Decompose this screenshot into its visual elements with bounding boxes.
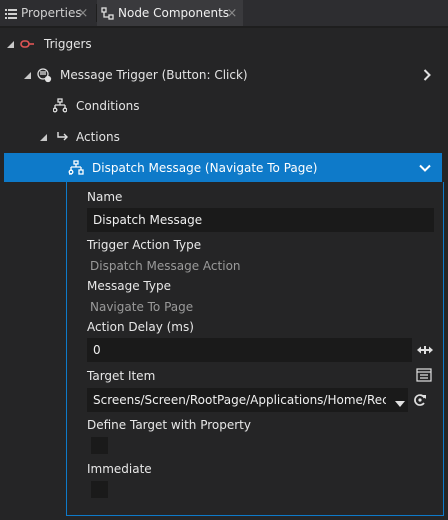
immediate-checkbox[interactable]: [91, 481, 108, 498]
define-target-label: Define Target with Property: [87, 418, 251, 432]
name-label: Name: [87, 190, 123, 204]
tree-item-conditions[interactable]: Conditions: [0, 91, 448, 121]
name-value: Dispatch Message: [93, 213, 203, 227]
tab-properties-label: Properties: [21, 6, 82, 20]
dispatch-message-icon: [68, 159, 84, 176]
action-delay-label: Action Delay (ms): [87, 320, 194, 334]
reset-icon[interactable]: [412, 392, 428, 408]
list-icon: [4, 6, 18, 20]
expanded-arrow-icon[interactable]: [5, 39, 15, 49]
conditions-icon: [52, 98, 68, 114]
tree-item-label: Dispatch Message (Navigate To Page): [92, 160, 318, 175]
trigger-action-type-label: Trigger Action Type: [87, 238, 202, 252]
tab-node-components[interactable]: Node Components ×: [97, 0, 243, 26]
define-target-checkbox[interactable]: [91, 437, 108, 454]
message-trigger-icon: [36, 67, 52, 83]
message-type-label: Message Type: [87, 279, 171, 293]
tree-item-label: Triggers: [44, 37, 92, 51]
dispatch-message-properties-panel: Name Dispatch Message Trigger Action Typ…: [66, 182, 444, 516]
action-delay-value: 0: [93, 343, 101, 357]
actions-icon: [55, 129, 71, 145]
trigger-icon: [20, 36, 36, 52]
tree-item-message-trigger[interactable]: Message Trigger (Button: Click): [0, 60, 448, 90]
tab-node-components-label: Node Components: [118, 6, 230, 20]
expanded-arrow-icon[interactable]: [38, 132, 48, 142]
panel-tab-bar: Properties × Node Components ×: [0, 0, 448, 26]
trigger-action-type-value: Dispatch Message Action: [90, 259, 241, 273]
tab-bar-underline: [0, 26, 448, 28]
immediate-label: Immediate: [87, 462, 152, 476]
tree-item-label: Conditions: [76, 99, 140, 113]
message-type-value: Navigate To Page: [90, 300, 194, 314]
target-item-value: Screens/Screen/RootPage/Applications/Hom…: [93, 393, 386, 407]
drag-resize-icon[interactable]: [417, 342, 433, 358]
tree-item-label: Message Trigger (Button: Click): [60, 68, 248, 82]
name-field[interactable]: Dispatch Message: [87, 208, 434, 232]
close-icon[interactable]: ×: [76, 6, 90, 21]
tree-item-actions[interactable]: Actions: [0, 122, 448, 152]
tree-item-label: Actions: [76, 130, 120, 144]
target-item-label: Target Item: [87, 369, 156, 383]
action-delay-field[interactable]: 0: [87, 338, 412, 362]
chevron-down-icon[interactable]: [417, 160, 433, 176]
tree-item-dispatch-message[interactable]: Dispatch Message (Navigate To Page): [0, 153, 448, 182]
tree-item-triggers[interactable]: Triggers: [0, 29, 448, 59]
close-icon[interactable]: ×: [225, 6, 239, 21]
target-item-select[interactable]: Screens/Screen/RootPage/Applications/Hom…: [87, 388, 408, 412]
node-picker-icon[interactable]: [416, 367, 432, 383]
expanded-arrow-icon[interactable]: [22, 70, 32, 80]
dropdown-arrow-icon[interactable]: [395, 396, 405, 410]
tab-properties[interactable]: Properties ×: [0, 0, 96, 26]
node-components-icon: [101, 6, 115, 20]
chevron-right-icon[interactable]: [419, 67, 435, 83]
